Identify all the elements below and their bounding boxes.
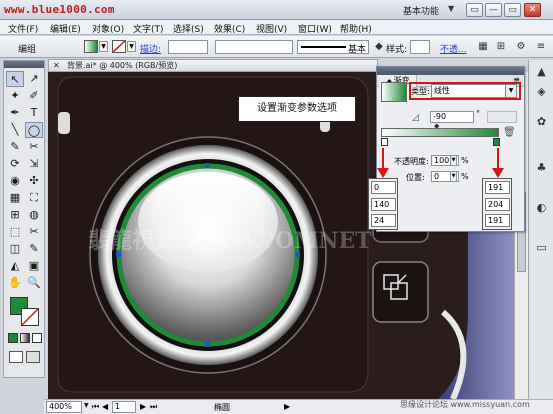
right-blue-field[interactable]: 191	[485, 214, 510, 227]
last-artboard-icon[interactable]: ⏭	[150, 402, 157, 412]
illustrator-window: www.blue1000.com 基本功能 ▼ ▭ — ▭ ✕ 文件(F) 编辑…	[0, 0, 553, 414]
left-stop-rgb-box: 0 140 24	[368, 178, 398, 230]
brand-watermark: 思缘设计论坛 www.missyuan.com	[400, 400, 530, 409]
prev-artboard-icon[interactable]: ◀	[102, 402, 108, 411]
artboard-number: 1	[115, 402, 121, 411]
right-stop-rgb-box: 191 204 191	[482, 178, 512, 230]
next-artboard-icon[interactable]: ▶	[140, 402, 146, 411]
artboard-number-field[interactable]: 1	[112, 401, 136, 413]
zoom-value: 400%	[49, 402, 72, 411]
left-red-field[interactable]: 0	[371, 181, 396, 194]
right-red-field[interactable]: 191	[485, 181, 510, 194]
zoom-field[interactable]: 400%	[46, 401, 82, 413]
left-arrow	[377, 148, 389, 178]
right-green-field[interactable]: 204	[485, 198, 510, 211]
zoom-dropdown-icon[interactable]: ▼	[84, 402, 89, 409]
right-blue-value: 191	[488, 216, 504, 225]
left-red-value: 0	[374, 183, 380, 192]
status-menu-icon[interactable]: ▶	[284, 402, 290, 411]
left-blue-field[interactable]: 24	[371, 214, 396, 227]
right-green-value: 204	[488, 200, 504, 209]
right-arrow	[492, 148, 504, 178]
right-red-value: 191	[488, 183, 504, 192]
left-green-value: 140	[374, 200, 390, 209]
annotation-overlay	[377, 148, 504, 178]
left-blue-value: 24	[374, 216, 385, 225]
first-artboard-icon[interactable]: ⏮	[92, 402, 99, 412]
current-tool-status: 椭圆	[214, 403, 230, 412]
left-green-field[interactable]: 140	[371, 198, 396, 211]
